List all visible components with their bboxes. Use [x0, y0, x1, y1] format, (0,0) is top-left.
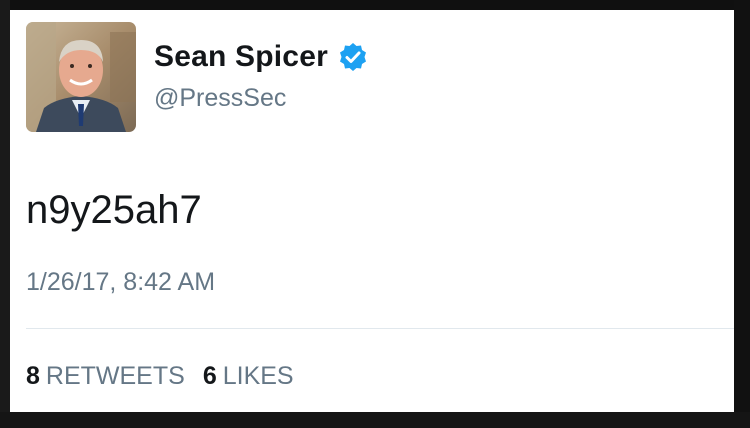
divider [26, 328, 734, 329]
profile-photo [26, 22, 136, 132]
author-row: Sean Spicer [154, 40, 368, 74]
retweets-count[interactable]: 8 [26, 362, 40, 391]
engagement-stats: 8 RETWEETS 6 LIKES [26, 362, 294, 391]
photo-border-left [0, 0, 10, 428]
photo-border-bottom [0, 412, 750, 428]
tweet-text: n9y25ah7 [26, 188, 202, 232]
likes-label[interactable]: LIKES [223, 362, 294, 391]
tweet-timestamp[interactable]: 1/26/17, 8:42 AM [26, 268, 215, 297]
author-name[interactable]: Sean Spicer [154, 40, 328, 74]
tweet-card: Sean Spicer @PressSec n9y25ah7 1/26/17, … [10, 10, 734, 412]
author-handle[interactable]: @PressSec [154, 84, 286, 113]
retweets-label[interactable]: RETWEETS [46, 362, 185, 391]
verified-badge-icon [338, 42, 368, 72]
likes-count[interactable]: 6 [203, 362, 217, 391]
photo-border-right [734, 0, 750, 428]
avatar[interactable] [26, 22, 136, 132]
